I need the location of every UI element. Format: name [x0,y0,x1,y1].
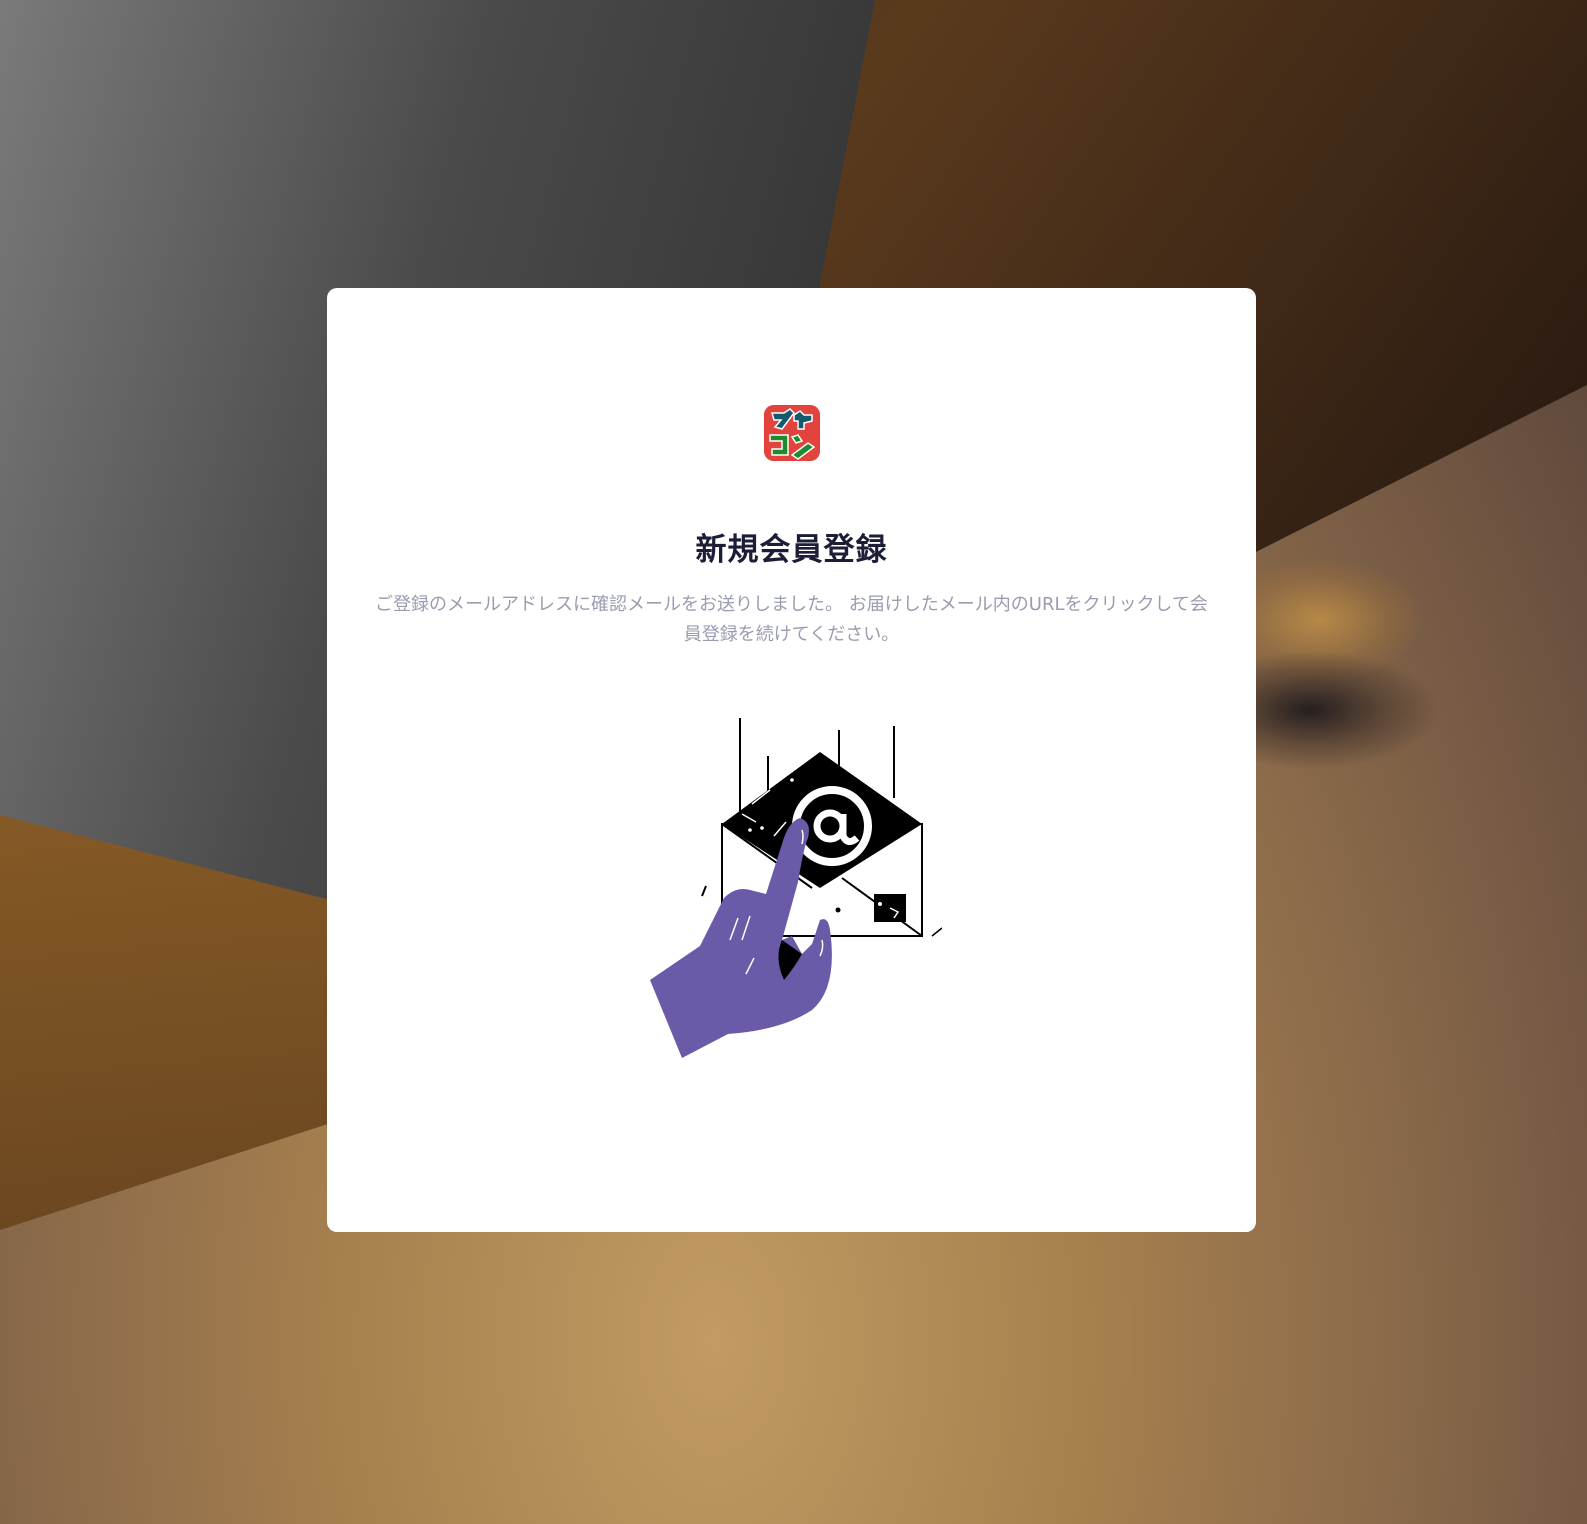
page-title: 新規会員登録 [695,532,888,568]
email-click-illustration-icon [642,718,943,1078]
app-logo-icon [764,405,820,461]
confirmation-message: ご登録のメールアドレスに確認メールをお送りしました。 お届けしたメール内のURL… [375,594,1208,645]
registration-card: 新規会員登録 ご登録のメールアドレスに確認メールをお送りしました。 お届けしたメ… [327,288,1256,1232]
